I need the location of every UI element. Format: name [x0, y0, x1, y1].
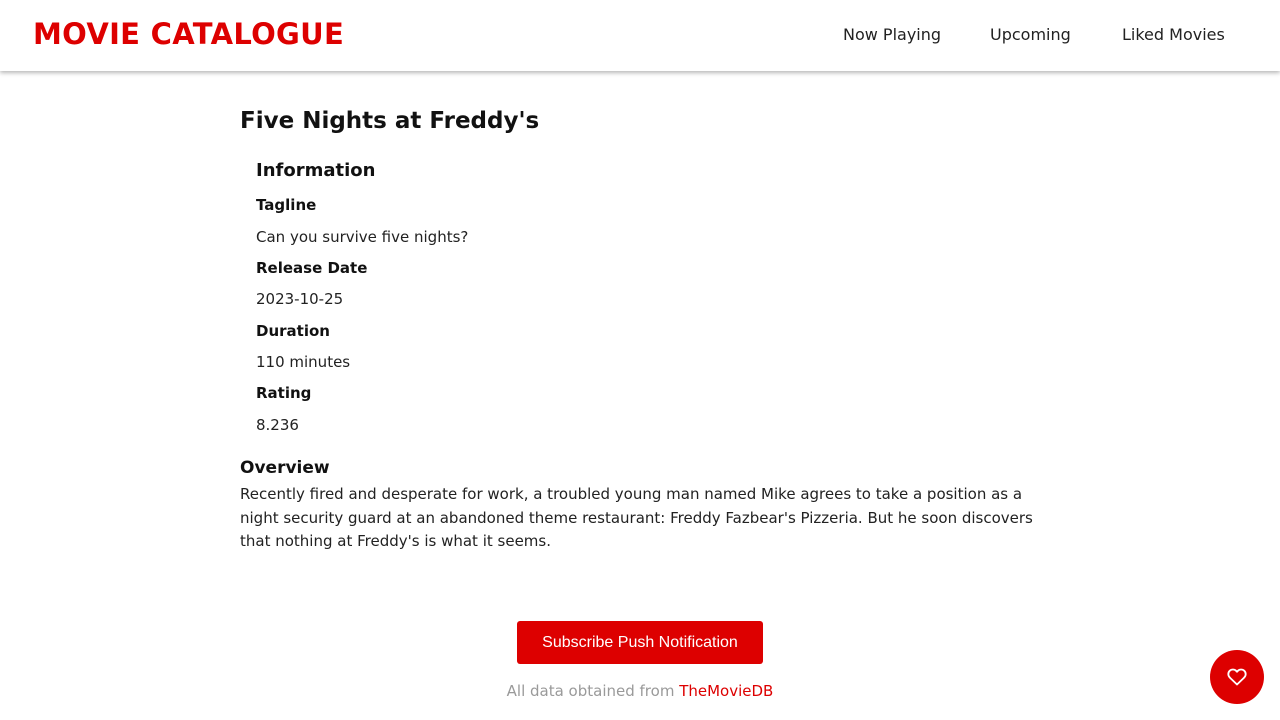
- brand-logo[interactable]: MOVIE CATALOGUE: [33, 17, 344, 51]
- nav-upcoming[interactable]: Upcoming: [990, 25, 1071, 44]
- overview-heading: Overview: [240, 458, 330, 478]
- duration-label: Duration: [256, 322, 330, 340]
- top-navbar: MOVIE CATALOGUE Now Playing Upcoming Lik…: [0, 0, 1280, 71]
- rating-value: 8.236: [256, 416, 299, 434]
- heart-icon: [1227, 667, 1247, 687]
- nav-now-playing[interactable]: Now Playing: [843, 25, 941, 44]
- tagline-label: Tagline: [256, 196, 317, 214]
- subscribe-push-notification-button[interactable]: Subscribe Push Notification: [517, 621, 763, 664]
- duration-value: 110 minutes: [256, 353, 351, 371]
- information-heading: Information: [256, 160, 376, 181]
- themoviedb-link[interactable]: TheMovieDB: [679, 682, 773, 700]
- nav-liked-movies[interactable]: Liked Movies: [1122, 25, 1225, 44]
- footer-prefix: All data obtained from: [506, 682, 680, 700]
- tagline-value: Can you survive five nights?: [256, 228, 469, 246]
- like-movie-button[interactable]: [1210, 650, 1264, 704]
- release-date-value: 2023-10-25: [256, 290, 344, 308]
- rating-label: Rating: [256, 384, 312, 402]
- movie-title: Five Nights at Freddy's: [240, 108, 540, 134]
- footer-attribution: All data obtained from TheMovieDB: [0, 682, 1280, 700]
- release-date-label: Release Date: [256, 259, 368, 277]
- overview-text: Recently fired and desperate for work, a…: [240, 485, 1033, 550]
